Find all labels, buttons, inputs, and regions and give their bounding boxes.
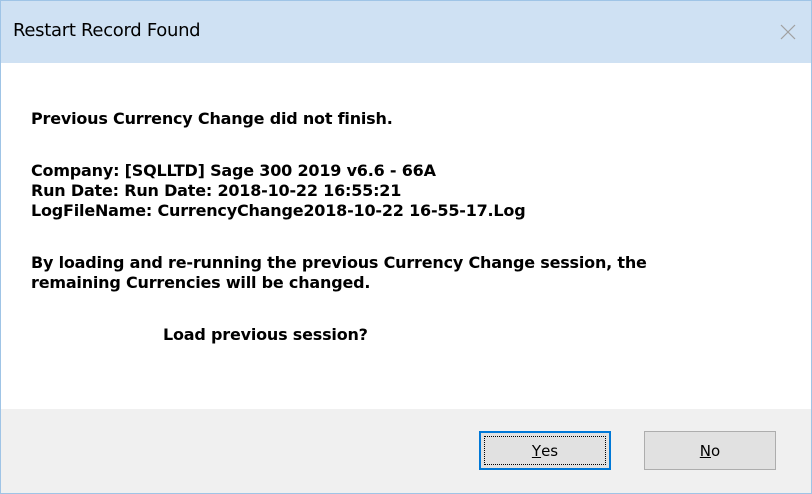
message-line-explain-1: By loading and re-running the previous C… bbox=[31, 253, 647, 272]
close-icon bbox=[780, 24, 796, 40]
message-line-run-date: Run Date: Run Date: 2018-10-22 16:55:21 bbox=[31, 181, 402, 200]
message-line-log-file: LogFileName: CurrencyChange2018-10-22 16… bbox=[31, 201, 526, 220]
yes-label-rest: es bbox=[541, 441, 559, 460]
close-button[interactable] bbox=[765, 1, 811, 63]
no-label-rest: o bbox=[711, 441, 721, 460]
yes-button[interactable]: Yes bbox=[479, 431, 611, 470]
message-line-status: Previous Currency Change did not finish. bbox=[31, 109, 393, 128]
message-line-explain-2: remaining Currencies will be changed. bbox=[31, 273, 371, 292]
message-line-company: Company: [SQLLTD] Sage 300 2019 v6.6 - 6… bbox=[31, 161, 436, 180]
dialog-title: Restart Record Found bbox=[13, 20, 201, 41]
message-question: Load previous session? bbox=[163, 325, 368, 344]
title-bar[interactable]: Restart Record Found bbox=[1, 1, 811, 63]
dialog-body: Previous Currency Change did not finish.… bbox=[1, 63, 811, 409]
no-accelerator: N bbox=[699, 441, 712, 460]
no-button[interactable]: No bbox=[644, 431, 776, 470]
restart-record-dialog: Restart Record Found Previous Currency C… bbox=[0, 0, 812, 494]
button-bar: Yes No bbox=[1, 409, 811, 493]
yes-accelerator: Y bbox=[531, 441, 542, 460]
